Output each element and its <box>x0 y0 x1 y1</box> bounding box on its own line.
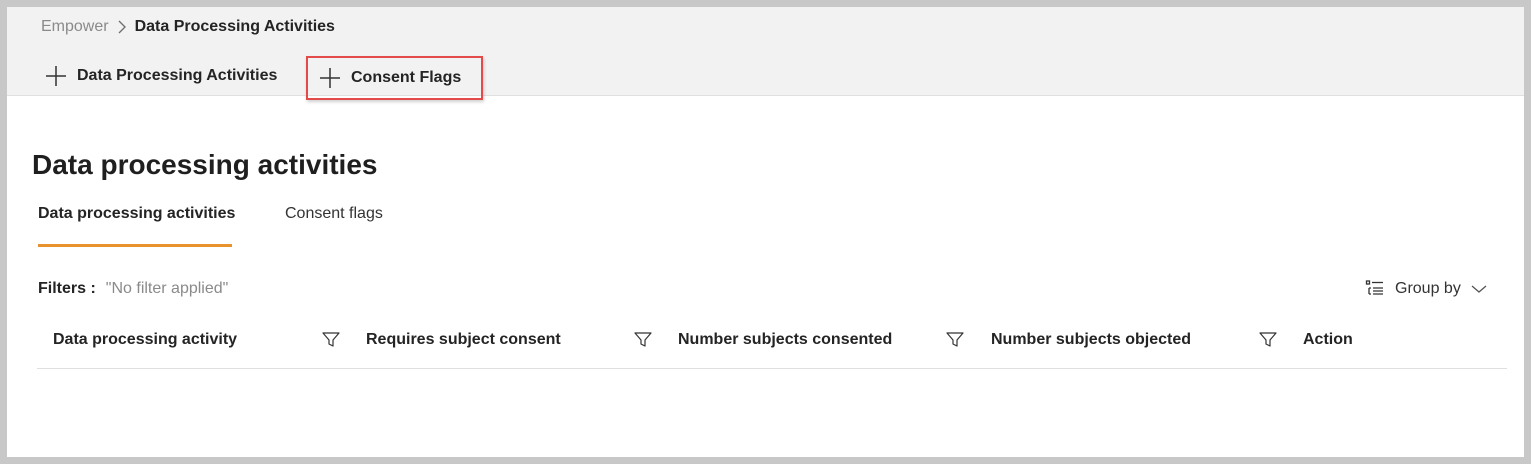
add-consent-flags-button[interactable]: Consent Flags <box>306 56 483 100</box>
table-header-row: Data processing activity Requires subjec… <box>37 319 1507 369</box>
column-header-number-subjects-consented[interactable]: Number subjects consented <box>678 319 892 361</box>
column-header-data-processing-activity[interactable]: Data processing activity <box>53 319 237 361</box>
tab-consent-flags[interactable]: Consent flags <box>285 205 383 247</box>
filters-label: Filters : <box>38 280 96 297</box>
filters-value: "No filter applied" <box>105 280 229 297</box>
active-tab-indicator <box>38 244 232 247</box>
column-header-number-subjects-objected[interactable]: Number subjects objected <box>991 319 1191 361</box>
add-consent-flags-label: Consent Flags <box>351 69 462 86</box>
column-header-label: Data processing activity <box>53 331 238 348</box>
filters-summary: Filters : "No filter applied" <box>38 280 228 298</box>
tab-label: Consent flags <box>285 205 383 222</box>
filter-icon[interactable] <box>322 331 340 349</box>
tab-label: Data processing activities <box>38 205 236 222</box>
add-data-processing-activity-button[interactable]: Data Processing Activities <box>45 58 277 94</box>
tab-data-processing-activities[interactable]: Data processing activities <box>38 205 235 247</box>
plus-icon <box>45 65 67 87</box>
column-header-label: Number subjects objected <box>991 331 1192 348</box>
group-by-label: Group by <box>1395 280 1461 297</box>
breadcrumb-root-link[interactable]: Empower <box>41 18 109 36</box>
command-bar: Empower Data Processing Activities Data … <box>7 7 1524 100</box>
column-header-action: Action <box>1303 319 1353 361</box>
app-window: Empower Data Processing Activities Data … <box>7 7 1524 457</box>
breadcrumb-current: Data Processing Activities <box>134 18 335 35</box>
filter-icon[interactable] <box>946 331 964 349</box>
column-header-label: Requires subject consent <box>366 331 561 348</box>
plus-icon <box>319 67 341 89</box>
page-title: Data processing activities <box>32 149 378 180</box>
group-by-dropdown[interactable]: Group by <box>1365 277 1487 301</box>
breadcrumb: Empower Data Processing Activities <box>41 17 335 37</box>
column-header-label: Number subjects consented <box>678 331 893 348</box>
column-header-requires-subject-consent[interactable]: Requires subject consent <box>366 319 561 361</box>
column-header-label: Action <box>1303 331 1353 348</box>
add-data-processing-activity-label: Data Processing Activities <box>77 67 278 84</box>
filter-icon[interactable] <box>1259 331 1277 349</box>
chevron-down-icon <box>1471 284 1487 294</box>
chevron-right-icon <box>117 20 127 34</box>
filter-icon[interactable] <box>634 331 652 349</box>
group-list-icon <box>1365 279 1385 299</box>
